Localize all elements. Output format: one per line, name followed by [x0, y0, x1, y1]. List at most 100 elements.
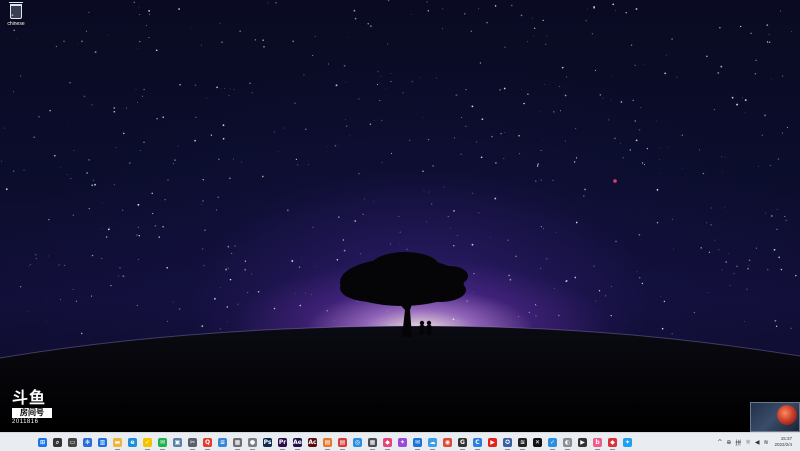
app-lines-icon: ≋ — [518, 437, 527, 447]
taskbar-app-app-red2[interactable]: ◆ — [606, 436, 619, 450]
taskbar-app-youtube[interactable]: ▶ — [486, 436, 499, 449]
wifi-icon[interactable]: ≋ — [763, 439, 768, 446]
taskbar-apps: ⊞ ⌕ ▭ ✻ ▥ ▬ e ✓ ✉ ▣ ✂ Q ≡ ▦ ● Ps Pr Ae Ac ▤ ▤ ◎ ▦ ◆ ✦ ✉ ☁ ◉ G C ▶ ✪ ≋ ✕ ✓ ◐… — [36, 436, 636, 450]
twitter-icon: ✦ — [623, 437, 632, 447]
chrome-icon: ◉ — [443, 437, 452, 447]
windows-start-icon: ⊞ — [38, 437, 47, 447]
app-red2-icon: ◆ — [608, 437, 617, 447]
taskbar-app-app-orange[interactable]: ▤ — [321, 436, 334, 450]
taskbar-app-app-g[interactable]: G — [456, 436, 469, 450]
clock-date: 2022/2/4 — [774, 442, 792, 447]
taskbar-app-snap[interactable]: ▥ — [96, 436, 109, 449]
app-g-icon: G — [458, 437, 467, 447]
recycle-bin-icon — [9, 2, 23, 19]
taskbar: ⊞ ⌕ ▭ ✻ ▥ ▬ e ✓ ✉ ▣ ✂ Q ≡ ▦ ● Ps Pr Ae Ac ▤ ▤ ◎ ▦ ◆ ✦ ✉ ☁ ◉ G C ▶ ✪ ≋ ✕ ✓ ◐… — [0, 432, 800, 451]
taskbar-app-capcut[interactable]: ✕ — [531, 436, 544, 449]
live-preview-thumbnail[interactable] — [750, 402, 800, 432]
taskbar-app-aftereffects[interactable]: Ae — [291, 436, 304, 450]
photos-icon: ▣ — [173, 437, 182, 447]
after-effects-icon: Ae — [293, 437, 302, 447]
taskbar-app-calculator[interactable]: ▦ — [231, 436, 244, 450]
taskbar-app-notes[interactable]: ≡ — [216, 436, 229, 449]
taskbar-app-player[interactable]: ▶ — [576, 436, 589, 449]
cloud-icon: ☁ — [428, 437, 437, 447]
app-grid-icon: ▦ — [368, 437, 377, 447]
shield-icon: ✓ — [143, 437, 152, 447]
taskbar-app-photos[interactable]: ▣ — [171, 436, 184, 449]
app-blue-icon: ◎ — [353, 437, 362, 447]
chevron-up-icon[interactable]: ^ — [717, 439, 722, 446]
taskbar-app-app-lines[interactable]: ≋ — [516, 436, 529, 450]
taskbar-app-mic[interactable]: ● — [246, 436, 259, 450]
weather-icon[interactable]: ☼ — [745, 439, 750, 446]
notes-icon: ≡ — [218, 437, 227, 447]
taskbar-app-app-bilibili[interactable]: b — [591, 436, 604, 450]
youtube-icon: ▶ — [488, 437, 497, 447]
app-multi-icon: ✦ — [398, 437, 407, 447]
hill-silhouette — [0, 179, 800, 432]
taskbar-app-app-hat[interactable]: ✪ — [501, 436, 514, 450]
taskbar-app-photoshop[interactable]: Ps — [261, 436, 274, 449]
taskbar-app-premiere[interactable]: Pr — [276, 436, 289, 450]
taskbar-app-app-cloud[interactable]: ☁ — [426, 436, 439, 450]
taskbar-app-taskview[interactable]: ▭ — [66, 436, 79, 449]
app-hat-icon: ✪ — [503, 437, 512, 447]
app-red-icon: ▤ — [338, 437, 347, 447]
file-explorer-icon: ▬ — [113, 437, 122, 447]
widgets-icon: ✻ — [83, 437, 92, 447]
bilibili-icon: b — [593, 437, 602, 447]
watermark-room-label: 房间号 — [12, 408, 52, 418]
volume-icon[interactable]: ◀ — [755, 439, 760, 446]
desktop-icon[interactable]: chinese — [4, 2, 28, 27]
search-icon: ⌕ — [53, 437, 62, 447]
tree-silhouette — [340, 252, 468, 337]
app-tray-icon[interactable]: ⊕ — [726, 439, 731, 446]
capcut-icon: ✕ — [533, 437, 542, 447]
taskbar-app-screenshot[interactable]: ✂ — [186, 436, 199, 450]
edge-browser-icon: e — [128, 437, 137, 447]
app-grey-icon: ◐ — [563, 437, 572, 447]
taskbar-app-qq[interactable]: Q — [201, 436, 214, 450]
watermark-logo: 斗鱼 — [12, 388, 47, 407]
app-c-icon: C — [473, 437, 482, 447]
app-orange-icon: ▤ — [323, 437, 332, 447]
taskbar-app-search[interactable]: ⌕ — [51, 436, 64, 449]
taskbar-app-app-c[interactable]: C — [471, 436, 484, 450]
taskbar-app-app-red[interactable]: ▤ — [336, 436, 349, 450]
input-method-icon[interactable]: 拼 — [735, 438, 741, 447]
taskbar-app-app-grid[interactable]: ▦ — [366, 436, 379, 450]
taskbar-app-wechat[interactable]: ✉ — [156, 436, 169, 450]
premiere-icon: Pr — [278, 437, 287, 447]
taskbar-app-widgets[interactable]: ✻ — [81, 436, 94, 449]
task-view-icon: ▭ — [68, 437, 77, 447]
acrobat-icon: Ac — [308, 437, 317, 447]
taskbar-app-chrome[interactable]: ◉ — [441, 436, 454, 449]
photoshop-icon: Ps — [263, 437, 272, 447]
taskbar-app-app-check[interactable]: ✓ — [546, 436, 559, 450]
taskbar-app-start[interactable]: ⊞ — [36, 436, 49, 449]
player-icon: ▶ — [578, 437, 587, 447]
app-check-icon: ✓ — [548, 437, 557, 447]
taskbar-app-mail[interactable]: ✉ — [411, 436, 424, 450]
taskbar-app-edge[interactable]: e — [126, 436, 139, 449]
system-tray: ^ ⊕ 拼 ☼ ◀ ≋ 15:37 2022/2/4 — [713, 433, 798, 451]
clock[interactable]: 15:37 2022/2/4 — [774, 436, 792, 448]
douyu-watermark: 斗鱼 房间号 2011816 — [12, 390, 60, 428]
calculator-icon: ▦ — [233, 437, 242, 447]
taskbar-app-explorer[interactable]: ▬ — [111, 436, 124, 450]
wechat-icon: ✉ — [158, 437, 167, 447]
taskbar-app-norton[interactable]: ✓ — [141, 436, 154, 450]
taskbar-app-twitter[interactable]: ✦ — [621, 436, 634, 449]
microphone-icon: ● — [248, 437, 257, 447]
watermark-room-id: 2011816 — [12, 419, 39, 425]
planet-image — [777, 405, 797, 425]
mail-icon: ✉ — [413, 437, 422, 447]
taskbar-app-app-grey[interactable]: ◐ — [561, 436, 574, 450]
app-pink-icon: ◆ — [383, 437, 392, 447]
taskbar-app-app-pink[interactable]: ◆ — [381, 436, 394, 450]
taskbar-app-app-blue[interactable]: ◎ — [351, 436, 364, 449]
taskbar-app-app-multi[interactable]: ✦ — [396, 436, 409, 449]
tray-icons: ^ ⊕ 拼 ☼ ◀ ≋ — [713, 438, 768, 447]
taskbar-app-acrobat[interactable]: Ac — [306, 436, 319, 449]
qq-icon: Q — [203, 437, 212, 447]
